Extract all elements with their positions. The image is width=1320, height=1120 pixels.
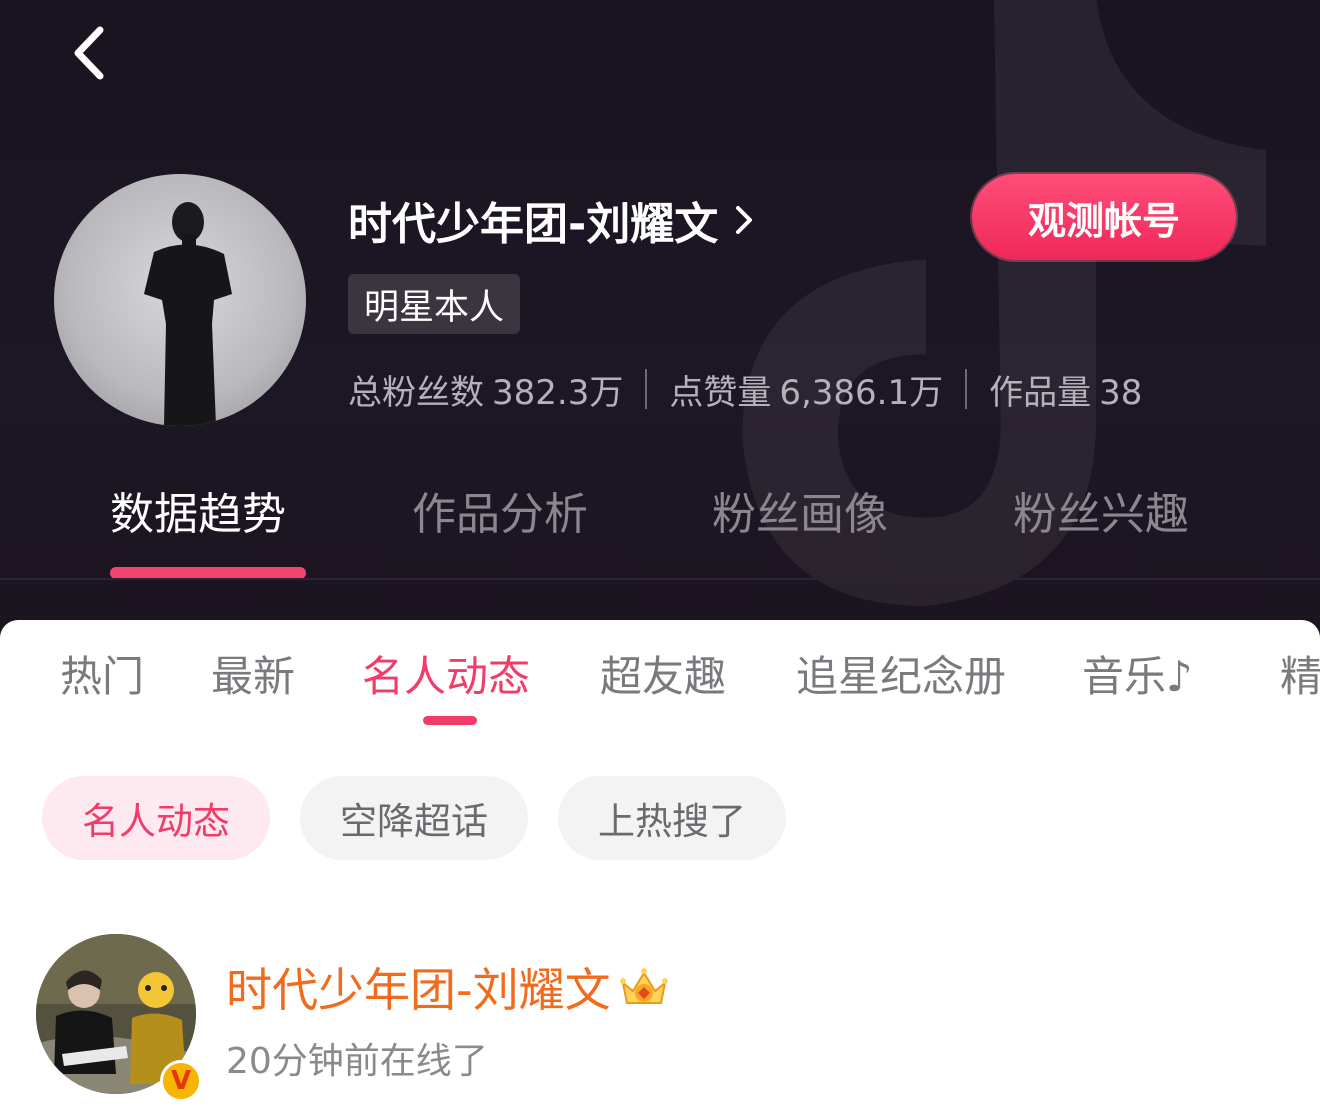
post-author-name: 时代少年团-刘耀文 xyxy=(226,963,611,1017)
observe-account-button[interactable]: 观测帐号 xyxy=(972,174,1236,260)
subtab-featured[interactable]: 精 xyxy=(1280,640,1320,706)
likes-stat: 点赞量 6,386.1万 xyxy=(669,365,943,414)
subtab-hot[interactable]: 热门 xyxy=(60,640,144,706)
profile-name: 时代少年团-刘耀文 xyxy=(348,199,719,250)
back-button[interactable] xyxy=(58,18,128,88)
divider xyxy=(0,578,1320,580)
chip-celebrity-updates[interactable]: 名人动态 xyxy=(42,776,270,860)
analytics-tab-bar: 数据趋势 作品分析 粉丝画像 粉丝兴趣 xyxy=(0,470,1320,550)
tab-data-trend[interactable]: 数据趋势 xyxy=(110,470,286,550)
followers-stat: 总粉丝数 382.3万 xyxy=(348,365,623,414)
subtab-music[interactable]: 音乐♪ xyxy=(1082,640,1193,706)
tab-fan-profile[interactable]: 粉丝画像 xyxy=(712,470,888,550)
profile-stats: 总粉丝数 382.3万 点赞量 6,386.1万 作品量 38 xyxy=(348,362,1142,416)
profile-name-link[interactable]: 时代少年团-刘耀文 xyxy=(348,188,756,252)
stat-divider xyxy=(645,369,648,409)
verified-icon: V xyxy=(160,1060,202,1102)
celebrity-badge: 明星本人 xyxy=(348,274,521,334)
subtab-latest[interactable]: 最新 xyxy=(211,640,295,706)
subtab-celebrity-updates[interactable]: 名人动态 xyxy=(362,640,530,706)
stat-label: 总粉丝数 xyxy=(348,372,484,413)
tab-works-analysis[interactable]: 作品分析 xyxy=(412,470,588,550)
post-online-status: 20分钟前在线了 xyxy=(226,1041,488,1082)
subtab-fan-album[interactable]: 追星纪念册 xyxy=(796,640,1006,706)
works-stat: 作品量 38 xyxy=(989,365,1142,414)
stat-value: 38 xyxy=(1099,372,1143,413)
profile-header: 时代少年团-刘耀文 观测帐号 明星本人 总粉丝数 382.3万 点赞量 6,386.… xyxy=(0,0,1320,640)
chip-supertopic[interactable]: 空降超话 xyxy=(300,776,528,860)
subtab-active-indicator xyxy=(423,716,477,725)
stat-label: 点赞量 xyxy=(669,372,772,413)
stat-divider xyxy=(965,369,968,409)
profile-avatar[interactable] xyxy=(54,174,306,426)
avatar-silhouette xyxy=(144,202,232,426)
stat-label: 作品量 xyxy=(989,372,1092,413)
stat-value: 6,386.1万 xyxy=(779,372,944,413)
chevron-right-icon xyxy=(736,206,753,234)
tab-fan-interests[interactable]: 粉丝兴趣 xyxy=(1013,470,1189,550)
subtab-super-fun[interactable]: 超友趣 xyxy=(600,640,726,706)
post-author-link[interactable]: 时代少年团-刘耀文 xyxy=(226,954,671,1020)
stat-value: 382.3万 xyxy=(492,372,624,413)
crown-icon xyxy=(619,968,668,1004)
back-arrow-icon xyxy=(74,26,104,80)
chip-trending[interactable]: 上热搜了 xyxy=(558,776,786,860)
